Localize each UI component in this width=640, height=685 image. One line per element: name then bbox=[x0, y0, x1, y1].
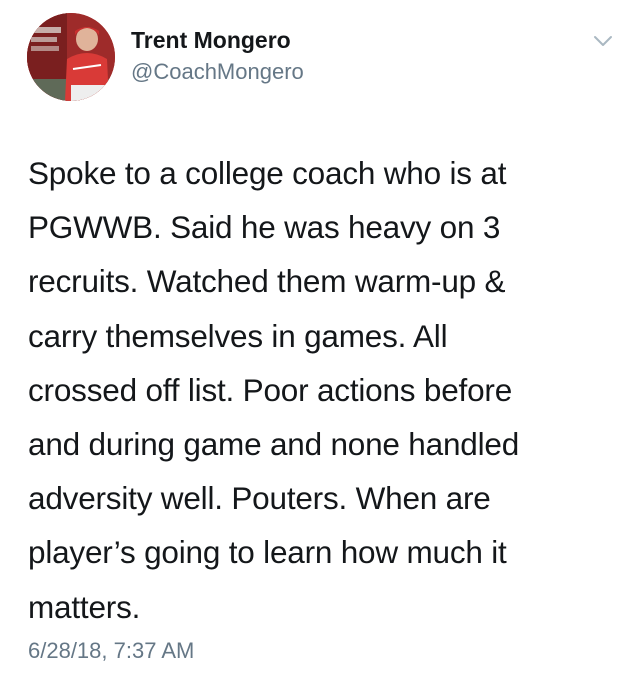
author-handle[interactable]: @CoachMongero bbox=[131, 58, 304, 86]
tweet-timestamp[interactable]: 6/28/18, 7:37 AM bbox=[28, 637, 194, 665]
author-avatar[interactable] bbox=[27, 13, 115, 101]
tweet-menu-button[interactable] bbox=[592, 33, 614, 49]
chevron-down-icon bbox=[594, 36, 612, 46]
tweet-card: Trent Mongero @CoachMongero Spoke to a c… bbox=[0, 0, 640, 685]
avatar-photo-icon bbox=[27, 13, 115, 101]
tweet-text: Spoke to a college coach who is at PGWWB… bbox=[28, 155, 520, 625]
author-names: Trent Mongero @CoachMongero bbox=[131, 26, 304, 86]
author-display-name[interactable]: Trent Mongero bbox=[131, 26, 304, 54]
